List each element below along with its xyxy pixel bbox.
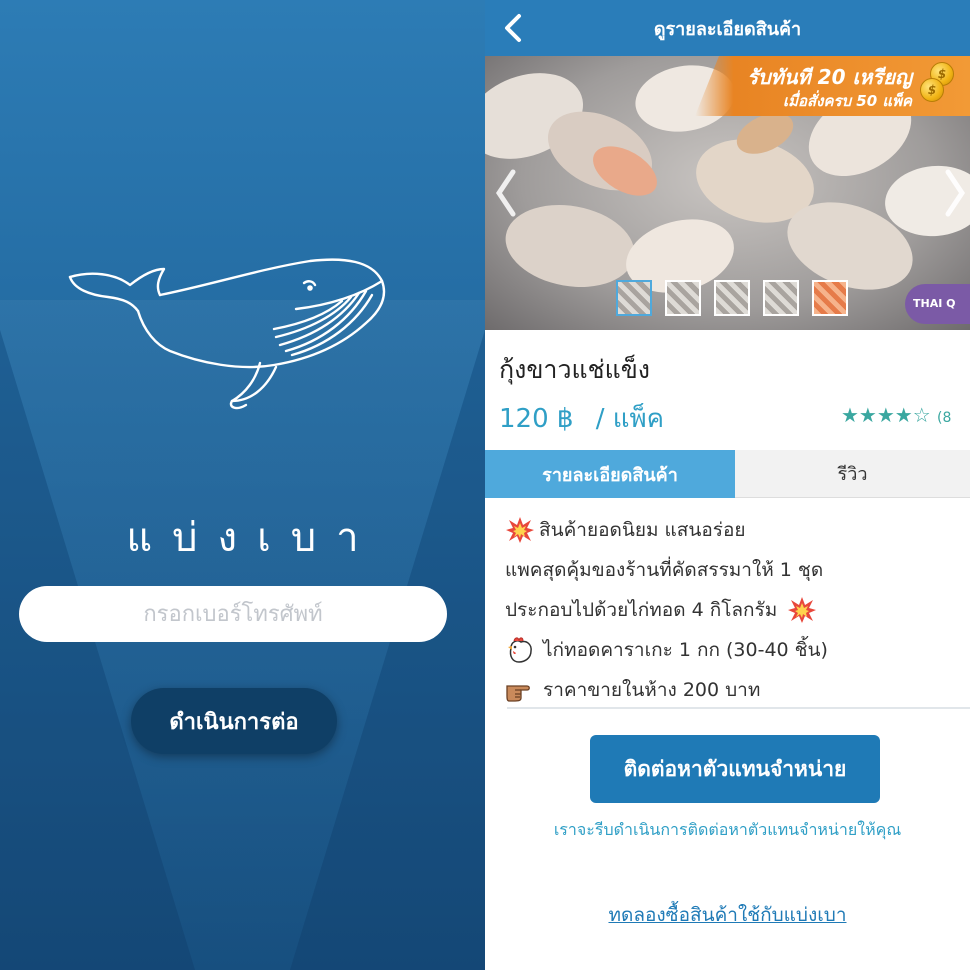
description-line: แพคสุดคุ้มของร้านที่คัดสรรมาให้ 1 ชุด xyxy=(505,550,970,590)
page-title: ดูรายละเอียดสินค้า xyxy=(653,18,802,40)
brand-name: แบ่งเบา xyxy=(126,515,379,561)
carousel-thumbnails xyxy=(616,280,848,316)
tab-reviews[interactable]: รีวิว xyxy=(735,450,970,498)
product-name: กุ้งขาวแช่แข็ง xyxy=(499,355,651,384)
star-rating-icon: ★★★★☆ xyxy=(841,403,931,427)
carousel-thumbnail[interactable] xyxy=(812,280,848,316)
phone-number-input[interactable] xyxy=(19,586,447,642)
description-text: ราคาขายในห้าง 200 บาท xyxy=(543,679,761,701)
description-line: ราคาขายในห้าง 200 บาท xyxy=(505,670,970,710)
product-rating[interactable]: ★★★★☆ (8 xyxy=(841,403,951,427)
promo-banner: รับทันที 20 เหรียญ เมื่อสั่งครบ 50 แพ็ค … xyxy=(695,56,970,116)
explosion-icon xyxy=(506,517,534,543)
detail-tabs: รายละเอียดสินค้า รีวิว xyxy=(485,450,970,498)
description-line: สินค้ายอดนิยม แสนอร่อย xyxy=(505,510,970,550)
carousel-prev-icon[interactable] xyxy=(491,166,521,220)
chicken-icon xyxy=(508,637,532,663)
product-description: สินค้ายอดนิยม แสนอร่อย แพคสุดคุ้มของร้าน… xyxy=(505,510,970,710)
explosion-icon xyxy=(788,597,817,623)
price-value: 120 ฿ xyxy=(499,404,574,434)
product-price: 120 ฿ / แพ็ค xyxy=(499,398,664,439)
carousel-thumbnail[interactable] xyxy=(616,280,652,316)
whale-logo-icon xyxy=(68,258,386,410)
description-text: ประกอบไปด้วยไก่ทอด 4 กิโลกรัม xyxy=(505,599,778,621)
pointing-hand-icon xyxy=(506,685,530,702)
description-text: สินค้ายอดนิยม แสนอร่อย xyxy=(539,519,746,541)
description-line: ประกอบไปด้วยไก่ทอด 4 กิโลกรัม xyxy=(505,590,970,630)
description-text: ไก่ทอดคาราเกะ 1 กก (30-40 ชิ้น) xyxy=(543,639,828,661)
divider xyxy=(507,707,970,709)
product-detail-screen: ดูรายละเอียดสินค้า รับทันที 20 เหรียญ เม… xyxy=(485,0,970,970)
carousel-thumbnail[interactable] xyxy=(665,280,701,316)
contact-dealer-button[interactable]: ติดต่อหาตัวแทนจำหน่าย xyxy=(590,735,880,803)
rating-count: (8 xyxy=(937,410,952,426)
thaiq-badge: THAI Q xyxy=(905,284,970,324)
promo-subline: เมื่อสั่งครบ 50 แพ็ค xyxy=(782,92,912,110)
trial-purchase-link[interactable]: ทดลองซื้อสินค้าใช้กับแบ่งเบา xyxy=(485,900,970,930)
tab-product-details[interactable]: รายละเอียดสินค้า xyxy=(485,450,735,498)
nav-bar: ดูรายละเอียดสินค้า xyxy=(485,0,970,56)
carousel-next-icon[interactable] xyxy=(940,166,970,220)
chevron-left-icon[interactable] xyxy=(495,8,535,48)
contact-note: เราจะรีบดำเนินการติดต่อหาตัวแทนจำหน่ายให… xyxy=(553,820,902,839)
price-unit: / แพ็ค xyxy=(595,404,665,434)
carousel-thumbnail[interactable] xyxy=(714,280,750,316)
description-text: แพคสุดคุ้มของร้านที่คัดสรรมาให้ 1 ชุด xyxy=(505,559,824,581)
description-line: ไก่ทอดคาราเกะ 1 กก (30-40 ชิ้น) xyxy=(505,630,970,670)
continue-button[interactable]: ดำเนินการต่อ xyxy=(131,688,337,754)
login-screen: แบ่งเบา ดำเนินการต่อ xyxy=(0,0,485,970)
product-image-carousel[interactable]: รับทันที 20 เหรียญ เมื่อสั่งครบ 50 แพ็ค … xyxy=(485,56,970,330)
coin-icon: $ xyxy=(920,78,944,102)
carousel-thumbnail[interactable] xyxy=(763,280,799,316)
